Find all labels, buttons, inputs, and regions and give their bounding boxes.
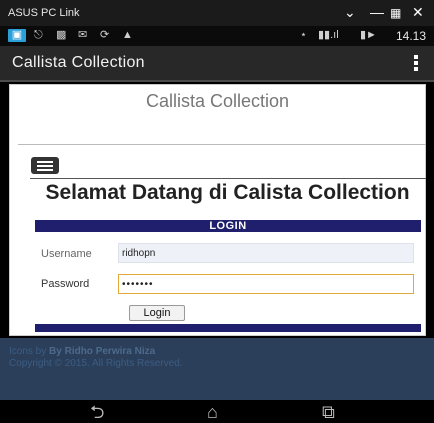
header-divider — [18, 144, 426, 145]
site-header: Callista Collection — [10, 85, 425, 145]
notification-icon: ▣ — [8, 29, 26, 42]
password-input[interactable] — [118, 274, 414, 294]
password-label: Password — [41, 278, 90, 290]
image-icon: ▲ — [122, 29, 133, 41]
icons-credit-label: Icons by — [9, 346, 47, 357]
battery-icon: ▮► — [360, 29, 377, 41]
restore-icon[interactable]: ▦ — [390, 5, 401, 21]
nav-divider — [30, 178, 426, 179]
navigation-bar: ⮌ ⌂ ⧉ — [0, 400, 434, 423]
window-title: ASUS PC Link — [8, 7, 80, 19]
minimize-icon[interactable]: ⌄ — [344, 4, 356, 20]
welcome-heading: Selamat Datang di Calista Collection — [45, 181, 410, 204]
app-action-bar: Callista Collection — [0, 46, 434, 82]
cast-icon: ▩ — [56, 29, 67, 41]
close-icon[interactable]: ✕ — [412, 4, 424, 20]
bottom-strip — [0, 384, 434, 400]
maximize-icon[interactable]: — — [370, 4, 384, 20]
app-title: Callista Collection — [12, 54, 145, 71]
home-icon[interactable]: ⌂ — [207, 402, 218, 422]
copyright-text: Copyright © 2015. All Rights Reserved. — [9, 358, 183, 369]
overflow-menu-icon[interactable] — [414, 55, 420, 73]
signal-icon: ▮▮.ıl — [318, 29, 339, 41]
status-bar: ▣ ⎋ ▩ ✉ ⟳ ▲ ⋆ ▮▮.ıl ▮► 14.13 — [0, 26, 434, 46]
mail-icon: ✉ — [78, 29, 88, 41]
bluetooth-icon: ⋆ — [300, 29, 307, 41]
username-label: Username — [41, 248, 92, 260]
page-footer: Icons by By Ridho Perwira Niza Copyright… — [0, 338, 434, 384]
hamburger-menu-icon[interactable] — [31, 157, 59, 174]
back-icon[interactable]: ⮌ — [90, 402, 104, 422]
status-time: 14.13 — [395, 29, 426, 43]
username-input[interactable] — [118, 243, 414, 263]
login-header: LOGIN — [35, 220, 421, 232]
site-brand[interactable]: Callista Collection — [10, 91, 425, 112]
usb-icon: ⎋ — [34, 29, 43, 41]
webview: Callista Collection Selamat Datang di Ca… — [9, 84, 426, 336]
sync-icon: ⟳ — [100, 29, 110, 41]
login-button[interactable]: Login — [129, 305, 185, 321]
recent-apps-icon[interactable]: ⧉ — [322, 402, 335, 422]
window-title-bar: ASUS PC Link ⌄ — ▦ ✕ — [0, 0, 434, 26]
form-footer-bar — [35, 324, 421, 332]
author-link[interactable]: By Ridho Perwira Niza — [49, 346, 155, 357]
